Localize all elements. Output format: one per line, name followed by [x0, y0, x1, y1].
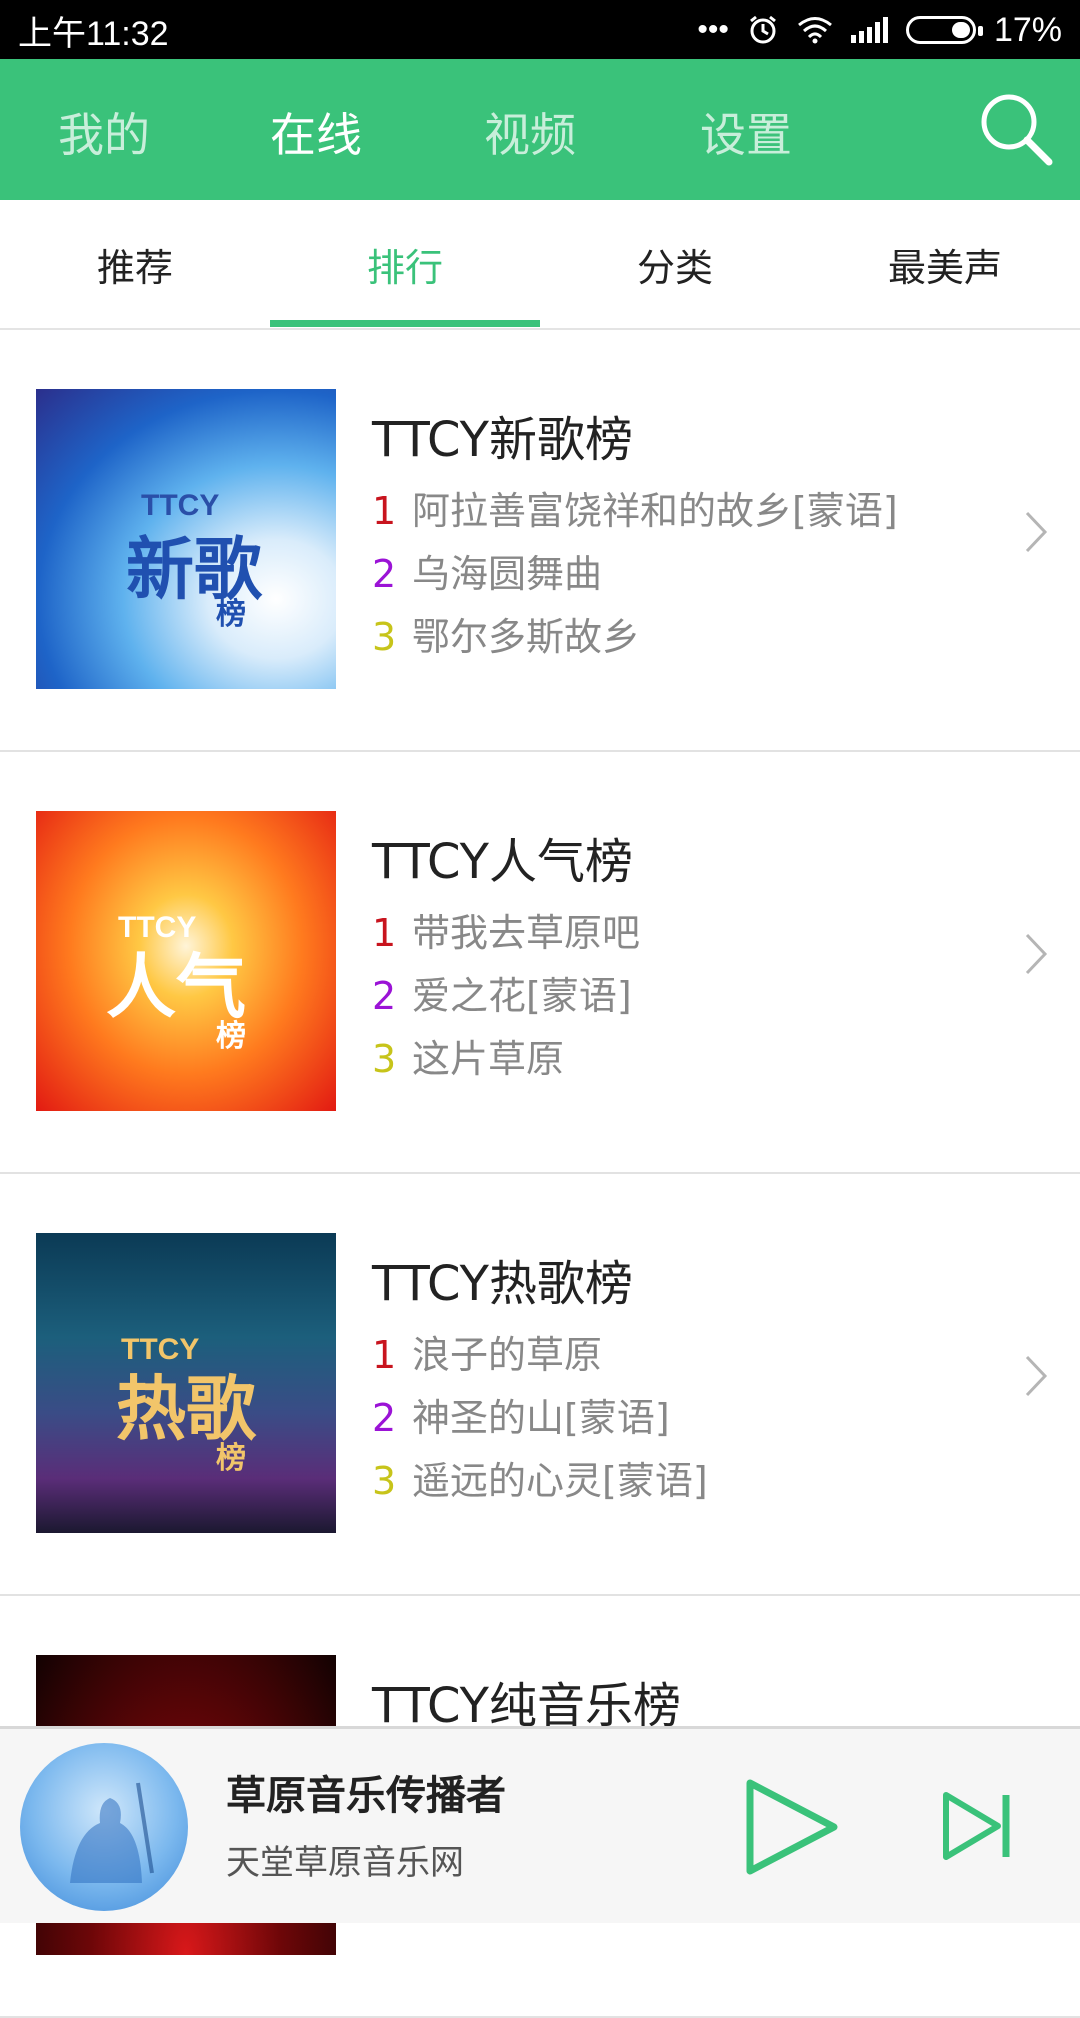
- tab-online[interactable]: 在线: [270, 99, 362, 165]
- play-icon[interactable]: [742, 1777, 842, 1877]
- player-title: 草原音乐传播者: [226, 1773, 506, 1819]
- track-row: 2 乌海圆舞曲: [372, 552, 603, 596]
- chart-cover-image: TTCY 新歌 榜: [36, 389, 336, 689]
- wifi-icon: [797, 17, 832, 44]
- top-nav: 我的 在线 视频 设置: [0, 59, 1080, 200]
- chart-title: TTCY新歌榜: [372, 412, 633, 468]
- battery-percent: 17%: [993, 10, 1062, 49]
- track-row: 1 带我去草原吧: [372, 911, 641, 955]
- sub-tabs: 推荐 排行 分类 最美声: [0, 200, 1080, 330]
- chart-cover-image: TTCY 人气 榜: [36, 811, 336, 1111]
- tab-video[interactable]: 视频: [484, 99, 576, 165]
- mini-player[interactable]: 草原音乐传播者 天堂草原音乐网: [0, 1726, 1080, 1923]
- chart-cover-image: TTCY 热歌 榜: [36, 1233, 336, 1533]
- chart-item-hot-songs[interactable]: TTCY 热歌 榜 TTCY热歌榜 1 浪子的草原 2 神圣的山[蒙语] 3 遥远的心…: [0, 1174, 1080, 1596]
- player-subtitle: 天堂草原音乐网: [226, 1843, 464, 1883]
- track-row: 2 爱之花[蒙语]: [372, 974, 632, 1018]
- track-row: 2 神圣的山[蒙语]: [372, 1396, 670, 1440]
- tab-settings[interactable]: 设置: [700, 99, 792, 165]
- track-row: 3 这片草原: [372, 1037, 565, 1081]
- chevron-right-icon: [1025, 1355, 1048, 1397]
- skip-next-icon[interactable]: [940, 1789, 1014, 1863]
- chevron-right-icon: [1025, 933, 1048, 975]
- active-tab-indicator: [270, 320, 540, 327]
- track-row: 1 阿拉善富饶祥和的故乡[蒙语]: [372, 489, 898, 533]
- alarm-icon: [750, 15, 776, 44]
- status-icons: ••• 17%: [697, 6, 1062, 54]
- track-row: 3 遥远的心灵[蒙语]: [372, 1459, 708, 1503]
- chevron-right-icon: [1025, 511, 1048, 553]
- more-dots-icon: •••: [697, 13, 729, 46]
- status-bar: 上午11:32 ••• 17%: [0, 0, 1080, 59]
- search-icon[interactable]: [976, 89, 1056, 169]
- subtab-recommend[interactable]: 推荐: [0, 200, 270, 328]
- chart-item-new-songs[interactable]: TTCY 新歌 榜 TTCY新歌榜 1 阿拉善富饶祥和的故乡[蒙语] 2 乌海圆舞曲…: [0, 330, 1080, 752]
- chart-title: TTCY热歌榜: [372, 1256, 633, 1312]
- subtab-best-voice[interactable]: 最美声: [810, 200, 1080, 328]
- subtab-ranking[interactable]: 排行: [270, 200, 540, 328]
- track-row: 3 鄂尔多斯故乡: [372, 615, 641, 659]
- track-row: 1 浪子的草原: [372, 1333, 603, 1377]
- status-time: 上午11:32: [18, 15, 169, 53]
- tab-mine[interactable]: 我的: [58, 99, 150, 165]
- chart-title: TTCY人气榜: [372, 834, 633, 890]
- signal-icon: [850, 17, 888, 43]
- battery-icon: [905, 16, 983, 44]
- album-art-avatar[interactable]: [20, 1743, 188, 1911]
- horseman-icon: [70, 1782, 154, 1883]
- subtab-category[interactable]: 分类: [540, 200, 810, 328]
- chart-item-popular[interactable]: TTCY 人气 榜 TTCY人气榜 1 带我去草原吧 2 爱之花[蒙语] 3 这片草原: [0, 752, 1080, 1174]
